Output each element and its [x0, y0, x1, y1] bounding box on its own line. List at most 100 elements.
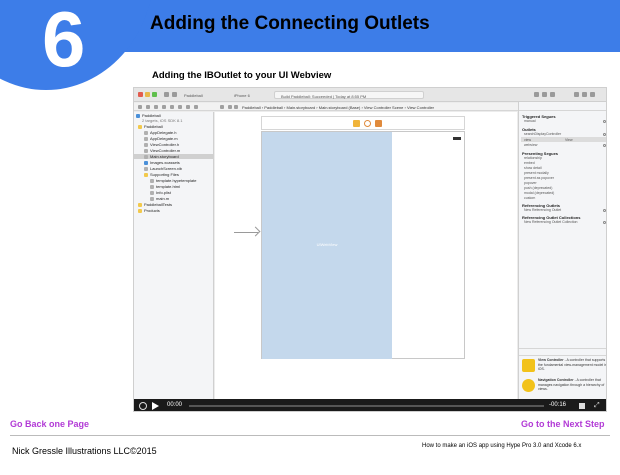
- breadcrumb-item[interactable]: Main.storyboard: [287, 105, 316, 110]
- replay-icon[interactable]: [139, 402, 147, 410]
- first-responder-icon[interactable]: [364, 120, 371, 127]
- navigator-breakpoint-icon[interactable]: [186, 105, 190, 109]
- connections-inspector: Triggered Segues manual Outlets searchDi…: [518, 102, 607, 399]
- nav-item-file[interactable]: AppDelegate.h: [134, 130, 214, 135]
- nav-item-file[interactable]: main.m: [134, 196, 214, 201]
- nav-item-file[interactable]: Info.plist: [134, 190, 214, 195]
- scrubber-track[interactable]: [189, 405, 544, 407]
- play-icon[interactable]: [152, 402, 159, 410]
- library-item-text: Navigation Controller - A controller tha…: [538, 378, 605, 391]
- segue-row: embed: [524, 161, 535, 165]
- assets-icon: [144, 160, 148, 165]
- build-status-text: Build Paddleball: Succeeded | Today at 8…: [281, 93, 367, 99]
- nav-item-file[interactable]: ViewController.h: [134, 142, 214, 147]
- navigator-test-icon[interactable]: [170, 105, 174, 109]
- stop-icon[interactable]: [172, 92, 177, 97]
- go-back-link[interactable]: Go Back one Page: [10, 419, 89, 429]
- library-item-text: View Controller - A controller that supp…: [538, 358, 607, 371]
- nav-item-file[interactable]: AppDelegate.m: [134, 136, 214, 141]
- webview-label: UIWebView: [316, 242, 338, 247]
- view-controller-scene[interactable]: UIWebView: [261, 131, 465, 359]
- scene-dock: [261, 116, 465, 130]
- activity-status: Build Paddleball: Succeeded | Today at 8…: [274, 91, 424, 99]
- nav-item-storyboard[interactable]: Main.storyboard: [134, 154, 214, 159]
- nav-item-label: template.hypetemplate: [156, 178, 197, 183]
- nav-item-file[interactable]: ViewController.m: [134, 148, 214, 153]
- navigator-report-icon[interactable]: [194, 105, 198, 109]
- next-step-link[interactable]: Go to the Next Step: [521, 419, 605, 429]
- library-item-title: View Controller: [538, 358, 564, 362]
- nav-item-file[interactable]: template.html: [134, 184, 214, 189]
- breadcrumb-item[interactable]: View Controller: [407, 105, 434, 110]
- standard-editor-icon[interactable]: [534, 92, 539, 97]
- version-editor-icon[interactable]: [550, 92, 555, 97]
- zoom-window-icon[interactable]: [152, 92, 157, 97]
- segue-row: popover: [524, 181, 537, 185]
- volume-icon[interactable]: [579, 403, 585, 409]
- breadcrumb-item[interactable]: Paddleball: [242, 105, 261, 110]
- breadcrumb-item[interactable]: View Controller Scene: [364, 105, 404, 110]
- toggle-navigator-icon[interactable]: [574, 92, 579, 97]
- fullscreen-icon[interactable]: ⤢: [594, 402, 600, 410]
- library-item[interactable]: Navigation Controller - A controller tha…: [522, 378, 606, 398]
- breadcrumb-item[interactable]: Paddleball: [264, 105, 283, 110]
- nav-item-group[interactable]: Supporting Files: [134, 172, 214, 177]
- nav-item-group[interactable]: Paddleball: [134, 124, 214, 129]
- segue-row: show detail: [524, 166, 542, 170]
- nav-item-label: ViewController.h: [150, 142, 180, 147]
- toggle-debug-icon[interactable]: [582, 92, 587, 97]
- nav-item-label: Info.plist: [156, 190, 171, 195]
- run-icon[interactable]: [164, 92, 169, 97]
- library-tabs[interactable]: [519, 348, 606, 356]
- xcode-video-frame[interactable]: Paddleball iPhone 6 Build Paddleball: Su…: [133, 87, 607, 412]
- step-number: 6: [42, 0, 86, 83]
- ui-webview[interactable]: UIWebView: [262, 132, 392, 359]
- exit-icon[interactable]: [375, 120, 382, 127]
- navigator-folder-icon[interactable]: [138, 105, 142, 109]
- navigator-symbol-icon[interactable]: [146, 105, 150, 109]
- nav-item-label: 2 targets, iOS SDK 8.1: [142, 118, 183, 123]
- nav-item-label: Paddleball: [144, 124, 163, 129]
- nav-item-label: AppDelegate.h: [150, 130, 177, 135]
- assistant-editor-icon[interactable]: [542, 92, 547, 97]
- nav-item-label: Products: [144, 208, 160, 213]
- minimize-window-icon[interactable]: [145, 92, 150, 97]
- nav-item-file[interactable]: Images.xcassets: [134, 160, 214, 165]
- nav-item-group[interactable]: PaddleballTests: [134, 202, 214, 207]
- back-arrow-icon[interactable]: [228, 105, 232, 109]
- folder-icon: [138, 208, 142, 213]
- breadcrumb-item[interactable]: Main.storyboard (Base): [319, 105, 361, 110]
- related-items-icon[interactable]: [220, 105, 224, 109]
- nav-item-targets: 2 targets, iOS SDK 8.1: [134, 118, 214, 123]
- referencing-collection-row: New Referencing Outlet Collection: [524, 220, 578, 224]
- connection-circle-icon[interactable]: [603, 221, 606, 224]
- nav-item-label: Supporting Files: [150, 172, 179, 177]
- footer-divider: [10, 435, 610, 436]
- view-controller-icon[interactable]: [353, 120, 360, 127]
- close-window-icon[interactable]: [138, 92, 143, 97]
- xcode-toolbar: Paddleball iPhone 6 Build Paddleball: Su…: [134, 88, 606, 102]
- connection-circle-icon[interactable]: [603, 144, 606, 147]
- project-navigator: Paddleball 2 targets, iOS SDK 8.1 Paddle…: [134, 112, 214, 399]
- connection-circle-icon[interactable]: [603, 133, 606, 136]
- toggle-utilities-icon[interactable]: [590, 92, 595, 97]
- scheme-selector[interactable]: Paddleball: [184, 93, 203, 98]
- navigator-debug-icon[interactable]: [178, 105, 182, 109]
- elapsed-time: 00:00: [167, 402, 183, 408]
- forward-arrow-icon[interactable]: [234, 105, 238, 109]
- nav-item-file[interactable]: LaunchScreen.xib: [134, 166, 214, 171]
- device-selector[interactable]: iPhone 6: [234, 93, 250, 98]
- file-icon: [150, 184, 154, 189]
- segue-row: present modally: [524, 171, 549, 175]
- file-icon: [144, 148, 148, 153]
- connection-circle-icon[interactable]: [603, 120, 606, 123]
- navigator-issue-icon[interactable]: [162, 105, 166, 109]
- navigator-search-icon[interactable]: [154, 105, 158, 109]
- connection-circle-icon[interactable]: [603, 209, 606, 212]
- library-item[interactable]: View Controller - A controller that supp…: [522, 358, 607, 378]
- inspector-tabs[interactable]: [519, 102, 606, 111]
- nav-item-file[interactable]: template.hypetemplate: [134, 178, 214, 183]
- file-icon: [144, 130, 148, 135]
- nav-item-group[interactable]: Products: [134, 208, 214, 213]
- outlet-connection-value[interactable]: View: [565, 138, 573, 142]
